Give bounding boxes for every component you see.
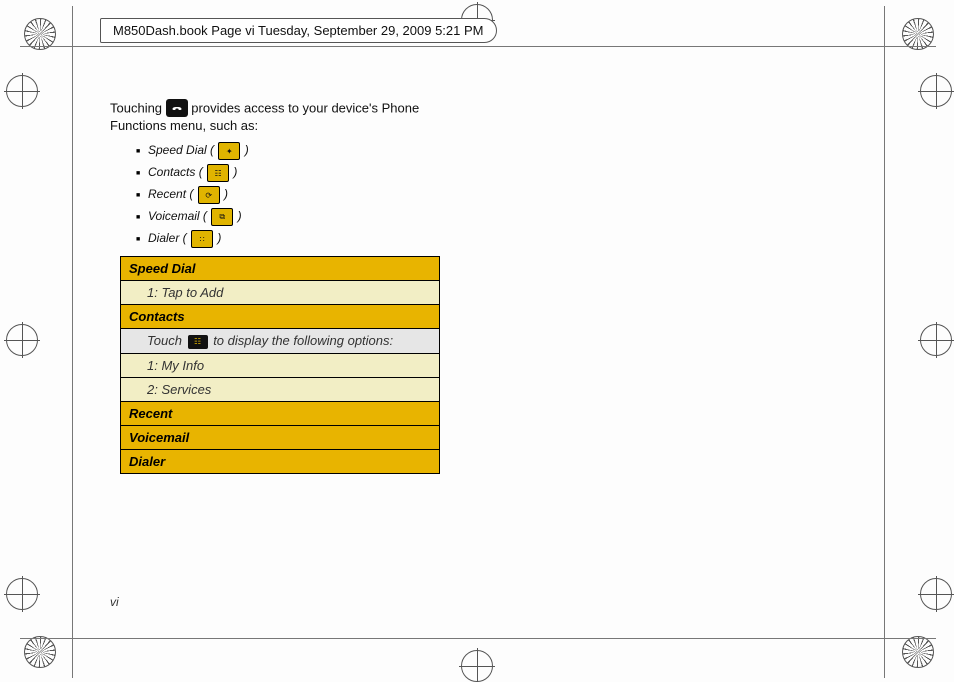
intro-text: Touching provides access to your device'…	[110, 100, 470, 134]
speed-dial-icon: ✦	[218, 142, 240, 160]
table-row: 2: Services	[121, 377, 440, 401]
crop-mark-icon	[6, 324, 38, 356]
table-header-voicemail: Voicemail	[121, 425, 440, 449]
document-path: M850Dash.book Page vi Tuesday, September…	[100, 18, 497, 43]
crop-mark-icon	[6, 75, 38, 107]
phone-icon	[166, 99, 188, 117]
list-item-label: Speed Dial	[148, 143, 207, 157]
contacts-icon: ☷	[188, 335, 208, 349]
table-row: 1: Tap to Add	[121, 281, 440, 305]
crop-mark-icon	[902, 636, 934, 668]
intro-prefix: Touching	[110, 100, 166, 115]
note-prefix: Touch	[147, 333, 186, 348]
list-item-label: Recent	[148, 187, 186, 201]
list-item: Contacts ( ☷ )	[136, 164, 470, 182]
menu-table: Speed Dial 1: Tap to Add Contacts Touch …	[120, 256, 440, 474]
note-suffix: to display the following options:	[213, 333, 393, 348]
crop-mark-icon	[461, 650, 493, 682]
crop-mark-icon	[920, 578, 952, 610]
list-item-label: Contacts	[148, 165, 195, 179]
table-note: Touch ☷ to display the following options…	[121, 329, 440, 354]
list-item-label: Voicemail	[148, 209, 200, 223]
crop-line	[72, 6, 73, 678]
crop-mark-icon	[6, 578, 38, 610]
crop-mark-icon	[24, 636, 56, 668]
list-item: Voicemail ( ⧉ )	[136, 208, 470, 226]
crop-line	[884, 6, 885, 678]
list-item: Recent ( ⟳ )	[136, 186, 470, 204]
table-header-speed-dial: Speed Dial	[121, 257, 440, 281]
table-header-recent: Recent	[121, 401, 440, 425]
list-item: Speed Dial ( ✦ )	[136, 142, 470, 160]
table-row: 1: My Info	[121, 353, 440, 377]
table-header-contacts: Contacts	[121, 305, 440, 329]
list-item-label: Dialer	[148, 231, 179, 245]
voicemail-icon: ⧉	[211, 208, 233, 226]
table-header-dialer: Dialer	[121, 449, 440, 473]
crop-mark-icon	[920, 75, 952, 107]
page-number: vi	[110, 595, 119, 609]
function-list: Speed Dial ( ✦ ) Contacts ( ☷ ) Recent (…	[136, 142, 470, 248]
dialer-icon: ∷	[191, 230, 213, 248]
recent-icon: ⟳	[198, 186, 220, 204]
crop-line	[20, 46, 936, 47]
crop-line	[20, 638, 936, 639]
list-item: Dialer ( ∷ )	[136, 230, 470, 248]
crop-mark-icon	[920, 324, 952, 356]
contacts-icon: ☷	[207, 164, 229, 182]
